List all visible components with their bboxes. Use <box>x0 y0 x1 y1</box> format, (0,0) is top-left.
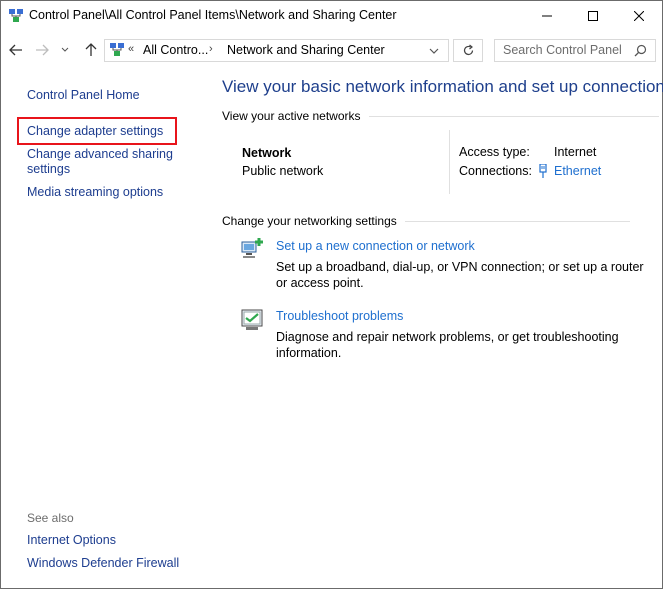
change-advanced-sharing-settings-link[interactable]: Change advanced sharing settings <box>27 147 177 177</box>
search-placeholder: Search Control Panel <box>503 43 622 57</box>
back-arrow-icon <box>9 44 22 56</box>
close-icon <box>634 11 644 21</box>
change-settings-section-header: Change your networking settings <box>222 214 630 228</box>
window-title: Control Panel\All Control Panel Items\Ne… <box>29 8 397 22</box>
vertical-divider <box>449 130 450 194</box>
active-networks-section-header: View your active networks <box>222 109 659 123</box>
search-box[interactable]: Search Control Panel <box>494 39 656 62</box>
address-dropdown-icon[interactable] <box>428 45 440 57</box>
control-panel-icon <box>110 43 124 56</box>
new-connection-icon <box>241 238 263 258</box>
breadcrumb-all-control-panel-items[interactable]: All Contro... <box>143 43 208 57</box>
network-category: Public network <box>242 164 324 178</box>
recent-locations-button[interactable] <box>59 39 71 61</box>
troubleshoot-problems-link[interactable]: Troubleshoot problems <box>276 309 403 323</box>
maximize-icon <box>588 11 598 21</box>
change-adapter-settings-link[interactable]: Change adapter settings <box>27 124 163 139</box>
internet-options-link[interactable]: Internet Options <box>27 533 116 548</box>
search-icon <box>634 44 647 57</box>
troubleshoot-icon <box>241 309 263 330</box>
chevron-down-icon <box>61 47 69 52</box>
network-center-icon <box>9 9 23 22</box>
ethernet-connection-link[interactable]: Ethernet <box>554 164 601 178</box>
title-bar: Control Panel\All Control Panel Items\Ne… <box>1 1 662 31</box>
control-panel-home-link[interactable]: Control Panel Home <box>27 88 140 103</box>
refresh-icon <box>463 44 473 56</box>
up-button[interactable] <box>81 39 101 61</box>
change-settings-heading: Change your networking settings <box>222 214 397 228</box>
network-sharing-center-window: Control Panel\All Control Panel Items\Ne… <box>0 0 663 589</box>
access-type-label: Access type: <box>459 145 530 159</box>
section-divider <box>368 115 659 117</box>
forward-button[interactable] <box>32 39 52 61</box>
up-arrow-icon <box>85 43 97 56</box>
overflow-chevron-icon[interactable]: « <box>128 43 134 55</box>
minimize-icon <box>542 15 552 17</box>
left-pane: Control Panel Home Change adapter settin… <box>1 71 206 588</box>
network-name: Network <box>242 146 292 160</box>
page-title: View your basic network information and … <box>222 77 663 96</box>
address-bar[interactable]: « All Contro... › Network and Sharing Ce… <box>104 39 449 62</box>
maximize-button[interactable] <box>570 1 616 31</box>
active-networks-heading: View your active networks <box>222 109 361 123</box>
forward-arrow-icon <box>36 44 49 56</box>
windows-defender-firewall-link[interactable]: Windows Defender Firewall <box>27 556 179 571</box>
back-button[interactable] <box>6 39 26 61</box>
setup-new-connection-link[interactable]: Set up a new connection or network <box>276 239 475 253</box>
ethernet-icon[interactable] <box>538 164 548 178</box>
breadcrumb-separator-icon[interactable]: › <box>209 43 213 55</box>
media-streaming-options-link[interactable]: Media streaming options <box>27 185 163 200</box>
troubleshoot-problems-description: Diagnose and repair network problems, or… <box>276 330 619 360</box>
setup-new-connection-description: Set up a broadband, dial-up, or VPN conn… <box>276 260 644 290</box>
minimize-button[interactable] <box>524 1 570 31</box>
see-also-heading: See also <box>27 511 74 525</box>
access-type-value: Internet <box>554 145 597 159</box>
refresh-button[interactable] <box>453 39 483 62</box>
main-content: View your basic network information and … <box>206 71 663 588</box>
connections-label: Connections: <box>459 164 532 178</box>
section-divider <box>404 220 630 222</box>
navigation-bar: « All Contro... › Network and Sharing Ce… <box>1 31 662 71</box>
close-button[interactable] <box>616 1 662 31</box>
breadcrumb-network-sharing-center[interactable]: Network and Sharing Center <box>227 43 385 57</box>
